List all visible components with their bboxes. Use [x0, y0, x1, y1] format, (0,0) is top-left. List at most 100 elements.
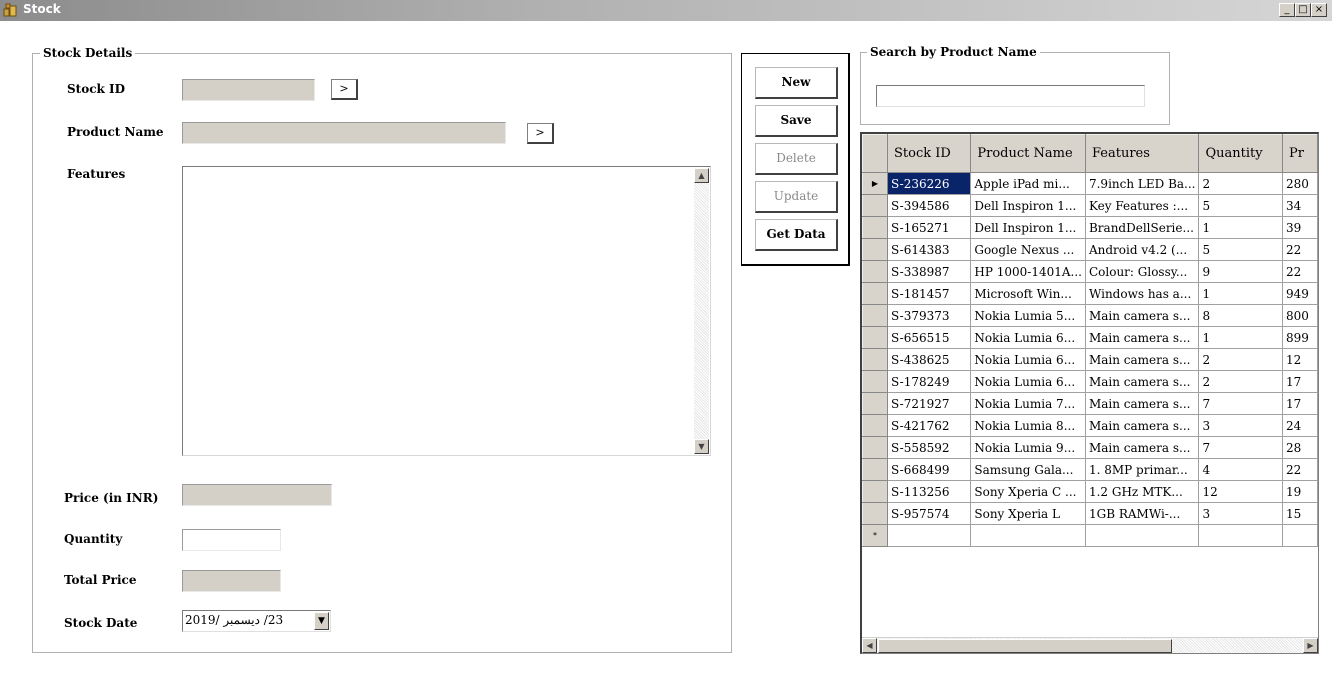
table-cell[interactable]: Google Nexus ... — [970, 238, 1086, 261]
table-cell[interactable]: 22 — [1282, 458, 1318, 481]
table-cell[interactable]: 1.2 GHz MTK... — [1084, 480, 1200, 503]
table-cell[interactable]: 3 — [1198, 502, 1284, 525]
table-cell[interactable]: S-438625 — [886, 348, 972, 371]
delete-button[interactable]: Delete — [755, 143, 838, 175]
price-field[interactable] — [182, 484, 332, 506]
row-header[interactable] — [862, 216, 888, 239]
table-cell[interactable]: S-181457 — [886, 282, 972, 305]
table-cell[interactable]: Main camera s... — [1084, 326, 1200, 349]
table-row[interactable]: S-421762 Nokia Lumia 8... Main camera s...… — [862, 414, 1318, 437]
table-cell[interactable]: Nokia Lumia 8... — [970, 414, 1086, 437]
table-cell[interactable]: Main camera s... — [1084, 370, 1200, 393]
stock-id-lookup-button[interactable]: > — [331, 79, 358, 100]
table-row[interactable]: S-394586 Dell Inspiron 1... Key Features :… — [862, 194, 1318, 217]
table-cell[interactable]: 24 — [1282, 414, 1318, 437]
table-cell[interactable]: BrandDellSerie... — [1084, 216, 1200, 239]
table-cell[interactable] — [1198, 524, 1284, 547]
search-input[interactable] — [876, 85, 1145, 107]
table-cell[interactable]: Dell Inspiron 1... — [970, 216, 1086, 239]
table-cell[interactable]: Colour: Glossy... — [1084, 260, 1200, 283]
table-cell[interactable]: Nokia Lumia 6... — [970, 326, 1086, 349]
table-row[interactable]: S-656515 Nokia Lumia 6... Main camera s...… — [862, 326, 1318, 349]
table-cell[interactable] — [1282, 524, 1318, 547]
horizontal-scroll-thumb[interactable] — [878, 639, 1172, 653]
table-cell[interactable]: S-178249 — [886, 370, 972, 393]
table-cell[interactable]: 1 — [1198, 326, 1284, 349]
table-row[interactable]: S-181457 Microsoft Win... Windows has a...… — [862, 282, 1318, 305]
table-cell[interactable]: 22 — [1282, 260, 1318, 283]
column-header-features[interactable]: Features — [1084, 134, 1200, 173]
features-textarea[interactable]: ▲ ▼ — [182, 166, 711, 456]
row-header[interactable] — [862, 502, 888, 525]
table-cell[interactable]: Microsoft Win... — [970, 282, 1086, 305]
table-cell[interactable]: 7 — [1198, 436, 1284, 459]
table-cell[interactable]: Samsung Gala... — [970, 458, 1086, 481]
table-cell[interactable]: 22 — [1282, 238, 1318, 261]
table-row[interactable]: ▶ S-236226 Apple iPad mi... 7.9inch LED Ba.… — [862, 172, 1318, 195]
table-cell[interactable]: 899 — [1282, 326, 1318, 349]
row-header[interactable] — [862, 436, 888, 459]
row-header[interactable] — [862, 370, 888, 393]
table-cell[interactable]: 1GB RAMWi-... — [1084, 502, 1200, 525]
get-data-button[interactable]: Get Data — [755, 219, 838, 251]
table-row[interactable]: S-668499 Samsung Gala... 1. 8MP primar... 4… — [862, 458, 1318, 481]
table-cell[interactable]: S-668499 — [886, 458, 972, 481]
row-header[interactable] — [862, 348, 888, 371]
table-cell[interactable]: 949 — [1282, 282, 1318, 305]
table-cell[interactable] — [886, 524, 972, 547]
table-cell[interactable]: 5 — [1198, 194, 1284, 217]
table-cell[interactable]: HP 1000-1401A... — [970, 260, 1086, 283]
table-cell[interactable]: 800 — [1282, 304, 1318, 327]
table-cell[interactable]: Windows has a... — [1084, 282, 1200, 305]
table-cell[interactable]: S-165271 — [886, 216, 972, 239]
table-cell[interactable]: Sony Xperia L — [970, 502, 1086, 525]
table-cell[interactable]: S-558592 — [886, 436, 972, 459]
table-cell[interactable]: Nokia Lumia 7... — [970, 392, 1086, 415]
table-cell[interactable]: Nokia Lumia 6... — [970, 348, 1086, 371]
table-cell[interactable]: Sony Xperia C ... — [970, 480, 1086, 503]
new-button[interactable]: New — [755, 67, 838, 99]
table-cell[interactable]: Android v4.2 (... — [1084, 238, 1200, 261]
table-cell[interactable]: S-338987 — [886, 260, 972, 283]
table-cell[interactable]: S-957574 — [886, 502, 972, 525]
table-cell[interactable]: S-421762 — [886, 414, 972, 437]
table-cell[interactable]: S-656515 — [886, 326, 972, 349]
row-header[interactable] — [862, 326, 888, 349]
table-cell[interactable]: 7.9inch LED Ba... — [1084, 172, 1200, 195]
table-cell[interactable]: 17 — [1282, 392, 1318, 415]
stock-date-picker[interactable]: 23/ دیسمبر /2019 ▼ — [182, 610, 331, 632]
row-header[interactable] — [862, 282, 888, 305]
table-cell[interactable]: 39 — [1282, 216, 1318, 239]
table-cell[interactable]: Nokia Lumia 6... — [970, 370, 1086, 393]
table-cell[interactable]: 28 — [1282, 436, 1318, 459]
table-cell[interactable]: S-236226 — [886, 172, 972, 195]
stock-data-grid[interactable]: Stock ID Product Name Features Quantity … — [860, 132, 1319, 654]
table-cell[interactable]: 2 — [1198, 348, 1284, 371]
chevron-down-icon[interactable]: ▼ — [314, 612, 329, 630]
product-name-lookup-button[interactable]: > — [527, 123, 554, 144]
table-row[interactable]: S-379373 Nokia Lumia 5... Main camera s...… — [862, 304, 1318, 327]
table-cell[interactable]: 1 — [1198, 282, 1284, 305]
table-cell[interactable] — [1084, 524, 1200, 547]
stock-id-field[interactable] — [182, 79, 315, 101]
table-row[interactable]: S-438625 Nokia Lumia 6... Main camera s...… — [862, 348, 1318, 371]
table-cell[interactable]: Main camera s... — [1084, 414, 1200, 437]
total-price-field[interactable] — [182, 570, 281, 592]
table-cell[interactable]: 1 — [1198, 216, 1284, 239]
table-row[interactable]: S-113256 Sony Xperia C ... 1.2 GHz MTK... 1… — [862, 480, 1318, 503]
maximize-button[interactable]: □ — [1295, 3, 1311, 17]
column-header-stock-id[interactable]: Stock ID — [886, 134, 972, 173]
table-cell[interactable]: 9 — [1198, 260, 1284, 283]
row-header[interactable] — [862, 238, 888, 261]
update-button[interactable]: Update — [755, 181, 838, 213]
table-cell[interactable]: Main camera s... — [1084, 304, 1200, 327]
table-row[interactable]: S-178249 Nokia Lumia 6... Main camera s...… — [862, 370, 1318, 393]
table-cell[interactable]: Main camera s... — [1084, 392, 1200, 415]
table-cell[interactable]: 12 — [1282, 348, 1318, 371]
row-header[interactable] — [862, 260, 888, 283]
quantity-field[interactable] — [182, 529, 281, 551]
table-cell[interactable]: S-379373 — [886, 304, 972, 327]
new-row[interactable]: * — [862, 524, 1318, 547]
table-row[interactable]: S-558592 Nokia Lumia 9... Main camera s...… — [862, 436, 1318, 459]
table-row[interactable]: S-957574 Sony Xperia L 1GB RAMWi-... 3 15 — [862, 502, 1318, 525]
